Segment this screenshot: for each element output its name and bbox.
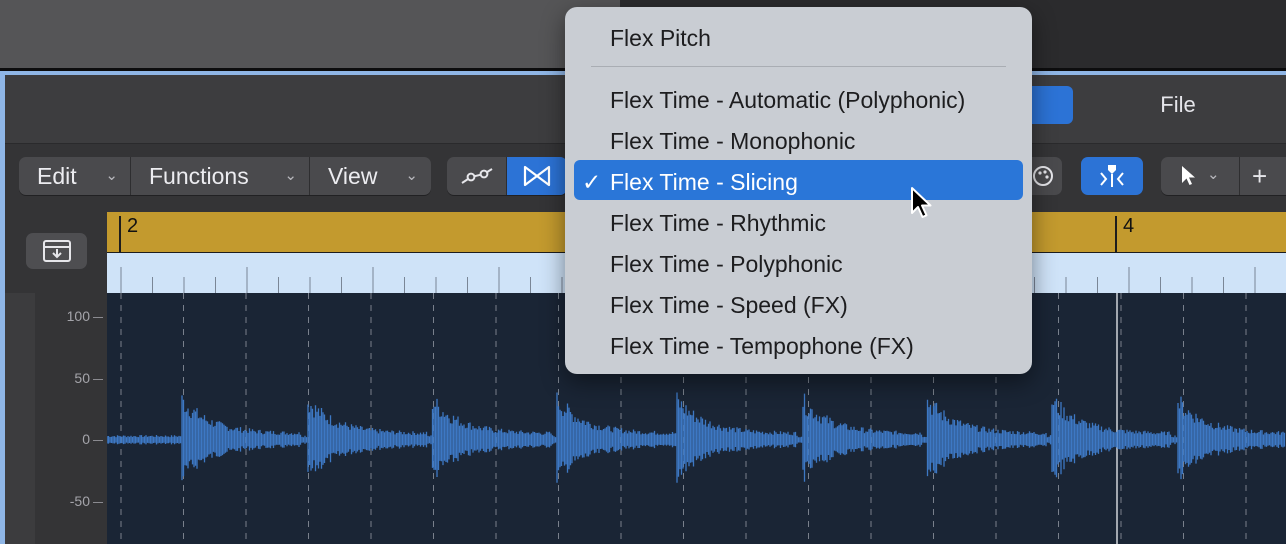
chevron-down-icon: ⌄ — [284, 167, 297, 184]
automation-curve-icon — [460, 168, 493, 184]
amplitude-label: -50 — [69, 493, 90, 509]
waveform-path — [107, 392, 1286, 483]
menu-item-flex-time-tempophone[interactable]: Flex Time - Tempophone (FX) — [610, 333, 914, 360]
menu-separator — [591, 66, 1006, 67]
functions-menu-label: Functions — [149, 162, 249, 189]
menu-item-flex-time-monophonic[interactable]: Flex Time - Monophonic — [610, 128, 855, 155]
menu-item-flex-time-automatic[interactable]: Flex Time - Automatic (Polyphonic) — [610, 87, 965, 114]
menu-item-flex-time-slicing[interactable]: Flex Time - Slicing — [610, 169, 798, 196]
amplitude-tick — [93, 440, 103, 441]
catch-playhead-button[interactable] — [1081, 157, 1143, 195]
chevron-down-icon: ⌄ — [105, 167, 118, 184]
amplitude-label: 0 — [82, 431, 90, 447]
tray-down-icon — [43, 240, 71, 262]
automation-button[interactable] — [447, 157, 506, 195]
catch-button[interactable] — [26, 233, 87, 269]
mouse-cursor-icon — [911, 187, 932, 218]
amplitude-label: 100 — [66, 308, 90, 324]
editor-mode-buttons — [447, 157, 567, 195]
amplitude-tick — [93, 379, 103, 380]
chevron-down-icon: ⌄ — [1207, 166, 1220, 183]
menu-item-flex-time-polyphonic[interactable]: Flex Time - Polyphonic — [610, 251, 843, 278]
amplitude-label: 50 — [74, 370, 90, 386]
crosshair-icon: + — [1252, 161, 1268, 191]
secondary-tool-button[interactable]: + — [1240, 157, 1286, 195]
palette-icon — [1033, 166, 1053, 186]
functions-menu-button[interactable]: Functions ⌄ — [131, 157, 309, 195]
menu-item-flex-time-speed[interactable]: Flex Time - Speed (FX) — [610, 292, 848, 319]
pointer-arrow-icon — [1182, 166, 1195, 185]
bar-line — [1115, 216, 1117, 252]
tab-file[interactable]: File — [1073, 86, 1283, 124]
view-menu-button[interactable]: View ⌄ — [310, 157, 430, 195]
amplitude-strip — [5, 293, 35, 544]
checkmark-icon: ✓ — [582, 169, 602, 195]
bar-number: 2 — [127, 215, 139, 237]
bar-number: 4 — [1123, 215, 1135, 237]
menu-item-flex-pitch[interactable]: Flex Pitch — [610, 25, 711, 52]
pointer-tool-button[interactable]: ⌄ — [1161, 157, 1239, 195]
view-menu-label: View — [328, 162, 378, 189]
amplitude-tick — [93, 502, 103, 503]
edit-menu-label: Edit — [37, 162, 77, 189]
tab-file-label: File — [1160, 92, 1196, 117]
bar-line — [119, 216, 121, 252]
local-menu-bar: Edit ⌄ Functions ⌄ View ⌄ — [19, 157, 431, 195]
flex-mode-button[interactable] — [507, 157, 567, 195]
tool-menu: ⌄ + — [1161, 157, 1286, 195]
chevron-down-icon: ⌄ — [405, 167, 418, 184]
edit-menu-button[interactable]: Edit ⌄ — [19, 157, 130, 195]
menu-item-flex-time-rhythmic[interactable]: Flex Time - Rhythmic — [610, 210, 826, 237]
flex-mode-menu: Flex Pitch Flex Time - Automatic (Polyph… — [565, 7, 1032, 374]
snap-icon — [1100, 165, 1124, 187]
flex-icon — [523, 165, 551, 187]
amplitude-tick — [93, 317, 103, 318]
